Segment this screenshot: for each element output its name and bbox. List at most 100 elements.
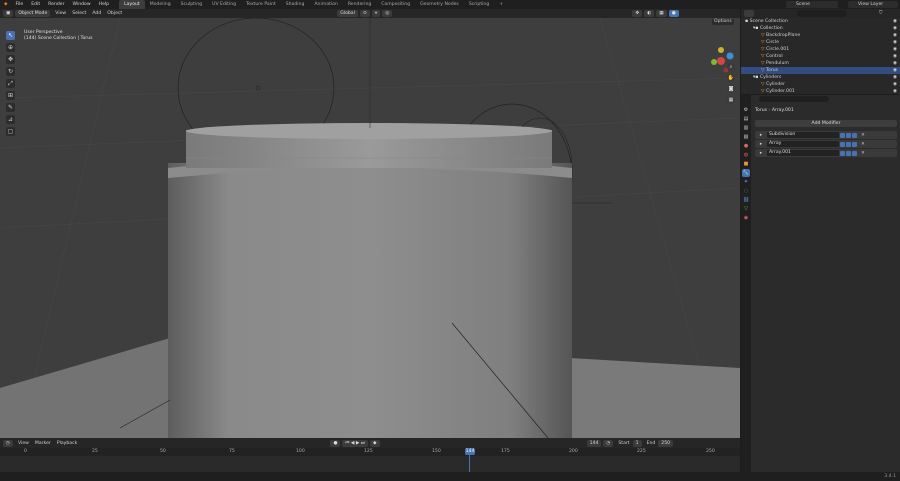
timeline-ruler[interactable]: 0 25 50 75 100 125 150 175 200 225 250 1…: [0, 448, 740, 472]
add-modifier-button[interactable]: Add Modifier: [755, 120, 897, 127]
scale-icon[interactable]: ⤢: [6, 79, 15, 88]
overlay-icon[interactable]: ◐: [644, 10, 655, 17]
viewport-display-icon[interactable]: [846, 150, 851, 156]
modifier-name-field[interactable]: Array.001: [767, 150, 839, 156]
tab-layout[interactable]: Layout: [119, 0, 145, 9]
playhead[interactable]: 144: [465, 448, 475, 455]
scene-tab-icon[interactable]: ●: [742, 142, 750, 150]
output-tab-icon[interactable]: ▥: [742, 124, 750, 132]
outliner-row[interactable]: ▽ Pendulum: [741, 60, 900, 67]
close-icon[interactable]: ✕: [861, 133, 865, 138]
outliner-row[interactable]: ▽ BackdropPlane: [741, 32, 900, 39]
tab-shading[interactable]: Shading: [281, 0, 310, 9]
start-field[interactable]: 1: [632, 439, 642, 447]
keyframe-icon[interactable]: ◆: [370, 439, 380, 447]
edit-mode-icon[interactable]: [840, 132, 845, 138]
edit-mode-icon[interactable]: [840, 150, 845, 156]
options-dropdown[interactable]: Options: [712, 19, 734, 25]
outliner-row[interactable]: ▽ Control: [741, 53, 900, 60]
timeline-menu-playback[interactable]: Playback: [54, 441, 81, 446]
material-tab-icon[interactable]: ◉: [742, 214, 750, 222]
outliner-row[interactable]: ▾▪ Collection: [741, 25, 900, 32]
orientation-dropdown[interactable]: Global: [337, 10, 358, 17]
menu-help[interactable]: Help: [95, 0, 113, 9]
render-icon[interactable]: [852, 150, 857, 156]
tab-compositing[interactable]: Compositing: [376, 0, 415, 9]
add-cube-icon[interactable]: ▢: [6, 127, 15, 136]
blender-logo-icon[interactable]: ◆: [0, 0, 12, 9]
pan-hand-icon[interactable]: ✋: [727, 74, 735, 82]
shading-solid-icon[interactable]: ●: [668, 10, 679, 17]
mode-dropdown[interactable]: Object Mode: [15, 10, 51, 17]
playback-controls[interactable]: ⏮ ◀ ▶ ⏭: [342, 439, 369, 447]
pivot-icon[interactable]: ⊙: [359, 10, 370, 17]
gizmo-icon[interactable]: ✥: [632, 10, 643, 17]
add-workspace-icon[interactable]: +: [494, 0, 508, 9]
tab-rendering[interactable]: Rendering: [343, 0, 376, 9]
close-icon[interactable]: ✕: [861, 142, 865, 147]
annotate-icon[interactable]: ✎: [6, 103, 15, 112]
constraints-tab-icon[interactable]: ⛓: [742, 196, 750, 204]
outliner-row[interactable]: ▽ Cylinder.001: [741, 88, 900, 94]
timeline-editor-icon[interactable]: ◷: [3, 439, 14, 447]
menu-render[interactable]: Render: [44, 0, 68, 9]
proportional-edit-icon[interactable]: ◎: [382, 10, 393, 17]
viewport-display-icon[interactable]: [846, 141, 851, 147]
object-tab-icon[interactable]: ■: [742, 160, 750, 168]
menu-window[interactable]: Window: [69, 0, 95, 9]
tab-scripting[interactable]: Scripting: [464, 0, 494, 9]
modifier-name-field[interactable]: Subdivision: [767, 132, 839, 138]
close-icon[interactable]: ✕: [861, 151, 865, 156]
tab-geometry-nodes[interactable]: Geometry Nodes: [415, 0, 464, 9]
modifier-name-field[interactable]: Array: [767, 141, 839, 147]
current-frame-field[interactable]: 144: [586, 439, 602, 447]
filter-icon[interactable]: ⛉: [879, 10, 882, 17]
modifier-panel[interactable]: ▸ Array.001 ✕: [755, 149, 897, 157]
transform-icon[interactable]: ⊞: [6, 91, 15, 100]
record-icon[interactable]: ●: [330, 439, 341, 447]
edit-mode-icon[interactable]: [840, 141, 845, 147]
particles-tab-icon[interactable]: ✶: [742, 178, 750, 186]
render-icon[interactable]: [852, 132, 857, 138]
editor-type-icon[interactable]: ▣: [3, 10, 14, 17]
tab-animation[interactable]: Animation: [309, 0, 342, 9]
zoom-icon[interactable]: ⌕: [727, 63, 735, 71]
tab-uv-editing[interactable]: UV Editing: [207, 0, 241, 9]
outliner-row[interactable]: ▾▪ Cylinders: [741, 74, 900, 81]
tool-tab-icon[interactable]: ⚙: [742, 106, 750, 114]
menu-edit[interactable]: Edit: [27, 0, 44, 9]
render-icon[interactable]: [852, 141, 857, 147]
physics-tab-icon[interactable]: ◌: [742, 187, 750, 195]
modifier-panel[interactable]: ▸ Subdivision ✕: [755, 131, 897, 139]
viewport-menu-view[interactable]: View: [52, 11, 69, 16]
camera-icon[interactable]: ◙: [727, 85, 735, 93]
modifier-tab-icon[interactable]: 🔧: [742, 169, 750, 177]
viewport-menu-object[interactable]: Object: [104, 11, 125, 16]
outliner-row[interactable]: ▽ Cylinder: [741, 81, 900, 88]
outliner-row[interactable]: ▪ Scene Collection: [741, 18, 900, 25]
outliner-row[interactable]: ▽ Circle.001: [741, 46, 900, 53]
viewport-menu-add[interactable]: Add: [89, 11, 104, 16]
scene-selector[interactable]: Scene: [786, 1, 838, 8]
timeline-menu-marker[interactable]: Marker: [32, 441, 54, 446]
snap-icon[interactable]: ⌖: [371, 10, 381, 17]
world-tab-icon[interactable]: ◍: [742, 151, 750, 159]
data-tab-icon[interactable]: ▽: [742, 205, 750, 213]
clock-icon[interactable]: ◷: [603, 439, 614, 447]
outliner-row[interactable]: ▽ Circle: [741, 39, 900, 46]
tab-sculpting[interactable]: Sculpting: [176, 0, 207, 9]
end-field[interactable]: 250: [658, 439, 674, 447]
visibility-eye-icons[interactable]: ◉ ◉ ◉ ◉ ◉ ◉ ◉ ◉ ◉ ◉ ◉: [883, 18, 897, 94]
tab-texture-paint[interactable]: Texture Paint: [241, 0, 281, 9]
menu-file[interactable]: File: [12, 0, 28, 9]
cursor-icon[interactable]: ⊕: [6, 43, 15, 52]
view-layer-tab-icon[interactable]: ▧: [742, 133, 750, 141]
move-icon[interactable]: ✥: [6, 55, 15, 64]
properties-search-input[interactable]: [759, 96, 829, 102]
3d-viewport[interactable]: User Perspective (144) Scene Collection …: [0, 18, 740, 438]
outliner-row-selected[interactable]: ▽ Torus: [741, 67, 900, 74]
tab-modeling[interactable]: Modeling: [145, 0, 176, 9]
rotate-icon[interactable]: ↻: [6, 67, 15, 76]
measure-icon[interactable]: ⊿: [6, 115, 15, 124]
xray-icon[interactable]: ▦: [656, 10, 667, 17]
